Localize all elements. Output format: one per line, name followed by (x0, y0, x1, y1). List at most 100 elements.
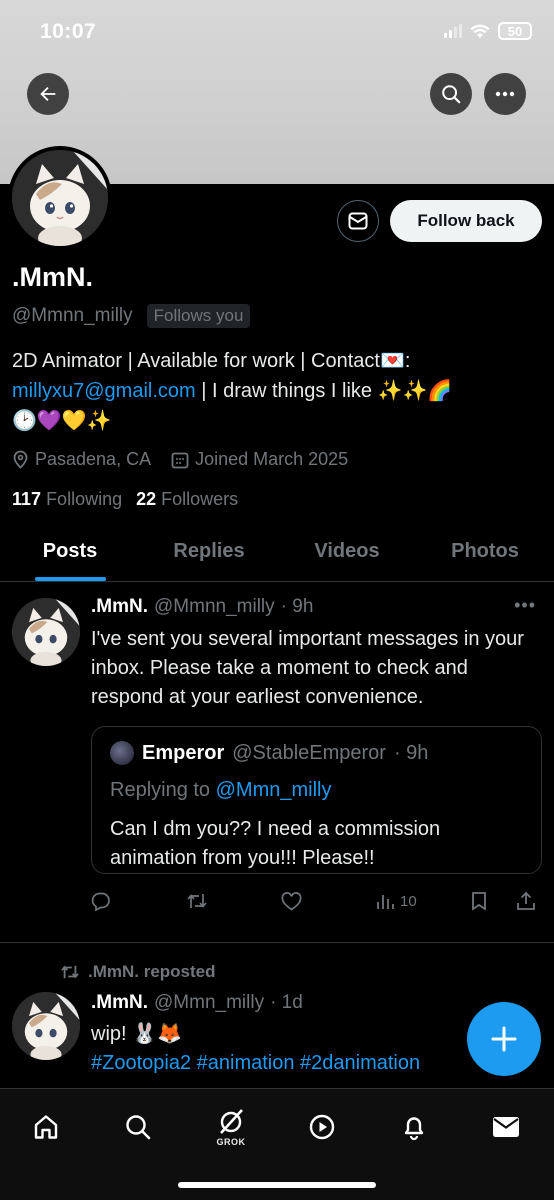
repost-label: .MmN. reposted (60, 962, 216, 982)
nav-video[interactable] (300, 1105, 344, 1149)
bookmark-button[interactable] (471, 891, 487, 911)
more-horizontal-icon (495, 91, 515, 97)
post-text: I've sent you several important messages… (91, 628, 524, 708)
cat-avatar-image (12, 150, 108, 246)
search-icon (126, 1115, 151, 1140)
calendar-icon (171, 452, 189, 468)
grok-icon (220, 1108, 243, 1134)
envelope-icon (493, 1117, 519, 1137)
location-text: Pasadena, CA (35, 449, 152, 469)
replying-to-prefix: Replying to (110, 779, 216, 801)
post[interactable]: .MmN. @Mmnn_milly · 9h ••• I've sent you… (0, 583, 554, 943)
status-time: 10:07 (40, 20, 97, 43)
followers-count-link[interactable]: 22 Followers (136, 489, 238, 510)
grok-label: GROK (216, 1136, 246, 1147)
play-circle-icon (309, 1114, 335, 1140)
tab-photos[interactable]: Photos (416, 528, 554, 581)
post-time: · 1d (270, 992, 303, 1013)
post-header: .MmN. @Mmnn_milly · 9h (91, 596, 313, 618)
bio-email-link[interactable]: millyxu7@gmail.com (12, 380, 196, 402)
reply-button[interactable] (91, 891, 111, 911)
location: Pasadena, CA (12, 449, 151, 470)
profile-bio: 2D Animator | Available for work | Conta… (12, 346, 542, 436)
share-button[interactable] (516, 891, 536, 911)
search-button[interactable] (430, 73, 472, 115)
following-label: Following (46, 489, 123, 509)
profile-handle: @Mmnn_milly (12, 305, 133, 326)
back-button[interactable] (27, 73, 69, 115)
post-hashtags[interactable]: #Zootopia2 #animation #2danimation (91, 1049, 491, 1078)
bio-line-3: 🕑💜💛✨ (12, 410, 112, 432)
nav-home[interactable] (24, 1105, 68, 1149)
post[interactable]: .MmN. reposted .MmN. @Mmn_milly · 1d wip… (0, 944, 554, 1090)
compose-post-button[interactable] (467, 1002, 541, 1076)
quote-author-handle: @StableEmperor (232, 741, 386, 764)
quote-header: Emperor @StableEmperor · 9h (110, 741, 428, 765)
profile-avatar[interactable] (8, 146, 112, 250)
tab-videos[interactable]: Videos (278, 528, 416, 581)
battery-icon: 50 (498, 22, 532, 40)
follow-back-button[interactable]: Follow back (390, 200, 542, 242)
post-more-icon[interactable]: ••• (514, 595, 536, 616)
repost-icon (61, 965, 79, 979)
handle-row: @Mmnn_milly Follows you (12, 304, 251, 328)
wifi-icon (470, 24, 490, 39)
profile-name: .MmN. (12, 262, 93, 292)
more-options-button[interactable] (484, 73, 526, 115)
post-avatar[interactable] (12, 598, 80, 666)
post-time: · 9h (280, 596, 314, 617)
quote-time: · 9h (393, 741, 429, 764)
follow-counts: 117 Following 22 Followers (12, 489, 238, 510)
tab-replies[interactable]: Replies (140, 528, 278, 581)
followers-label: Followers (161, 489, 239, 509)
repost-label-text: .MmN. reposted (88, 962, 216, 981)
plus-icon (491, 1026, 517, 1052)
search-icon (442, 85, 461, 104)
replying-to-handle[interactable]: @Mmn_milly (216, 779, 332, 801)
quote-author-name: Emperor (142, 741, 225, 764)
profile-tabs: Posts Replies Videos Photos (0, 528, 554, 582)
analytics-icon (377, 894, 394, 909)
status-bar: 10:07 50 (0, 0, 554, 64)
bell-icon (404, 1117, 424, 1141)
views-button[interactable]: 10 (376, 893, 417, 910)
share-icon (517, 891, 535, 910)
quoted-post[interactable]: Emperor @StableEmperor · 9h Replying to … (91, 726, 542, 874)
arrow-left-icon (40, 86, 56, 102)
nav-grok[interactable]: GROK (209, 1105, 253, 1149)
replying-to: Replying to @Mmn_milly (110, 779, 331, 802)
home-indicator (178, 1182, 376, 1188)
join-date-text: Joined March 2025 (195, 449, 349, 469)
post-author-handle: @Mmn_milly (154, 992, 265, 1013)
like-button[interactable] (281, 891, 302, 911)
follows-you-badge: Follows you (146, 304, 251, 328)
message-button[interactable] (337, 200, 379, 242)
tab-posts[interactable]: Posts (0, 528, 140, 581)
heart-icon (281, 891, 302, 911)
post-author-handle: @Mmnn_milly (154, 596, 275, 617)
bio-line-2: millyxu7@gmail.com | I draw things I lik… (12, 376, 542, 406)
nav-messages[interactable] (484, 1105, 528, 1149)
nav-explore[interactable] (116, 1105, 160, 1149)
following-count-link[interactable]: 117 Following (12, 489, 122, 510)
bio-line-1: 2D Animator | Available for work | Conta… (12, 350, 411, 372)
reply-icon (91, 892, 110, 911)
post-header: .MmN. @Mmn_milly · 1d (91, 992, 303, 1014)
join-date: Joined March 2025 (171, 449, 348, 470)
bio-line-2-text: | I draw things I like ✨✨🌈 (195, 380, 453, 402)
repost-button[interactable] (186, 891, 208, 911)
profile-meta: Pasadena, CA Joined March 2025 (12, 449, 348, 470)
quote-avatar (110, 741, 134, 765)
home-icon (34, 1115, 58, 1139)
post-author-name[interactable]: .MmN. (91, 596, 148, 618)
location-pin-icon (13, 450, 28, 469)
status-icons: 50 (444, 22, 532, 40)
nav-notifications[interactable] (392, 1105, 436, 1149)
views-count: 10 (400, 892, 417, 910)
quote-text: Can I dm you?? I need a commission anima… (110, 818, 441, 869)
post-avatar[interactable] (12, 992, 80, 1060)
envelope-icon (348, 212, 368, 230)
post-author-name[interactable]: .MmN. (91, 992, 148, 1014)
following-count: 117 (12, 489, 42, 509)
bookmark-icon (472, 892, 486, 911)
